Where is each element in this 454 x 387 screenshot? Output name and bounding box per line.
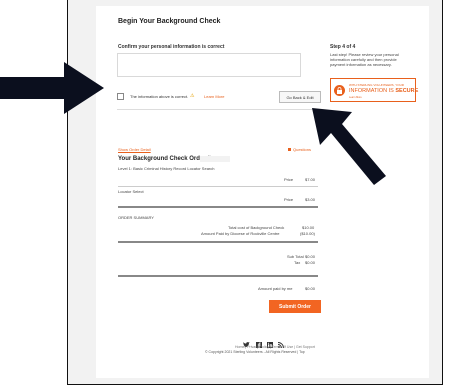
order-number-redacted	[200, 156, 230, 162]
annotation-arrow-right	[0, 62, 104, 114]
order-title: Your Background Check Order #	[118, 156, 211, 162]
diocese-paid-label: Amount Paid by Diocese of Rockville Cent…	[201, 231, 280, 236]
footer-links[interactable]: Home | Privacy Policy | Terms Of Use | G…	[235, 345, 315, 349]
amount-paid-value: $0.00	[305, 286, 316, 291]
locator-label: Locator Select	[118, 189, 144, 194]
amount-paid-label: Amount paid by me	[258, 286, 293, 291]
divider	[117, 109, 321, 110]
total-cost-label: Total cost of Background Check	[228, 225, 285, 230]
divider	[118, 275, 318, 277]
sidebar-text: payment information as necessary.	[330, 62, 392, 67]
order-summary-heading: ORDER SUMMARY	[118, 215, 154, 220]
confirm-checkbox[interactable]	[117, 93, 124, 100]
footer-copyright: © Copyright 2021 Sterling Volunteers - A…	[205, 350, 305, 354]
tax-value: $0.00	[305, 260, 316, 265]
divider	[118, 206, 318, 208]
personal-info-box	[117, 53, 301, 77]
order-item-level: Level 1: Basic Criminal History Record L…	[118, 166, 215, 171]
price-label: Price	[284, 197, 294, 202]
price-label: Price	[284, 177, 294, 182]
secure-learn-more[interactable]: Learn More	[349, 96, 362, 99]
total-cost-value: $10.00	[302, 225, 315, 230]
page-title: Begin Your Background Check	[118, 18, 221, 25]
divider	[118, 241, 318, 243]
subtotal-label: Sub Total	[287, 254, 304, 259]
lock-icon	[334, 85, 345, 96]
subtotal-value: $0.00	[305, 254, 316, 259]
confirm-heading: Confirm your personal information is cor…	[118, 44, 225, 50]
price-value: $3.00	[305, 197, 316, 202]
question-icon	[288, 148, 291, 152]
checkbox-label: The information above is correct.	[130, 94, 189, 99]
annotation-arrow-up	[312, 108, 386, 185]
divider	[118, 186, 318, 187]
secure-badge[interactable]: WITH STERLING VOLUNTEERS, YOUR INFORMATI…	[330, 78, 418, 102]
secure-info-text: INFORMATION IS	[349, 88, 394, 94]
warning-icon: ⚠	[190, 93, 195, 99]
secure-word: SECURE	[395, 88, 419, 94]
secure-line1: WITH STERLING VOLUNTEERS, YOUR	[349, 83, 404, 87]
step-indicator: Step 4 of 4	[330, 44, 356, 50]
show-order-detail-link[interactable]: Show Order Detail	[118, 147, 151, 152]
submit-order-button[interactable]: Submit Order	[269, 300, 321, 313]
secure-line2: INFORMATION IS SECURE	[349, 88, 418, 94]
diocese-paid-value: ($10.00)	[300, 231, 315, 236]
learn-more-link[interactable]: Learn More	[204, 94, 224, 99]
tax-label: Tax	[294, 260, 301, 265]
